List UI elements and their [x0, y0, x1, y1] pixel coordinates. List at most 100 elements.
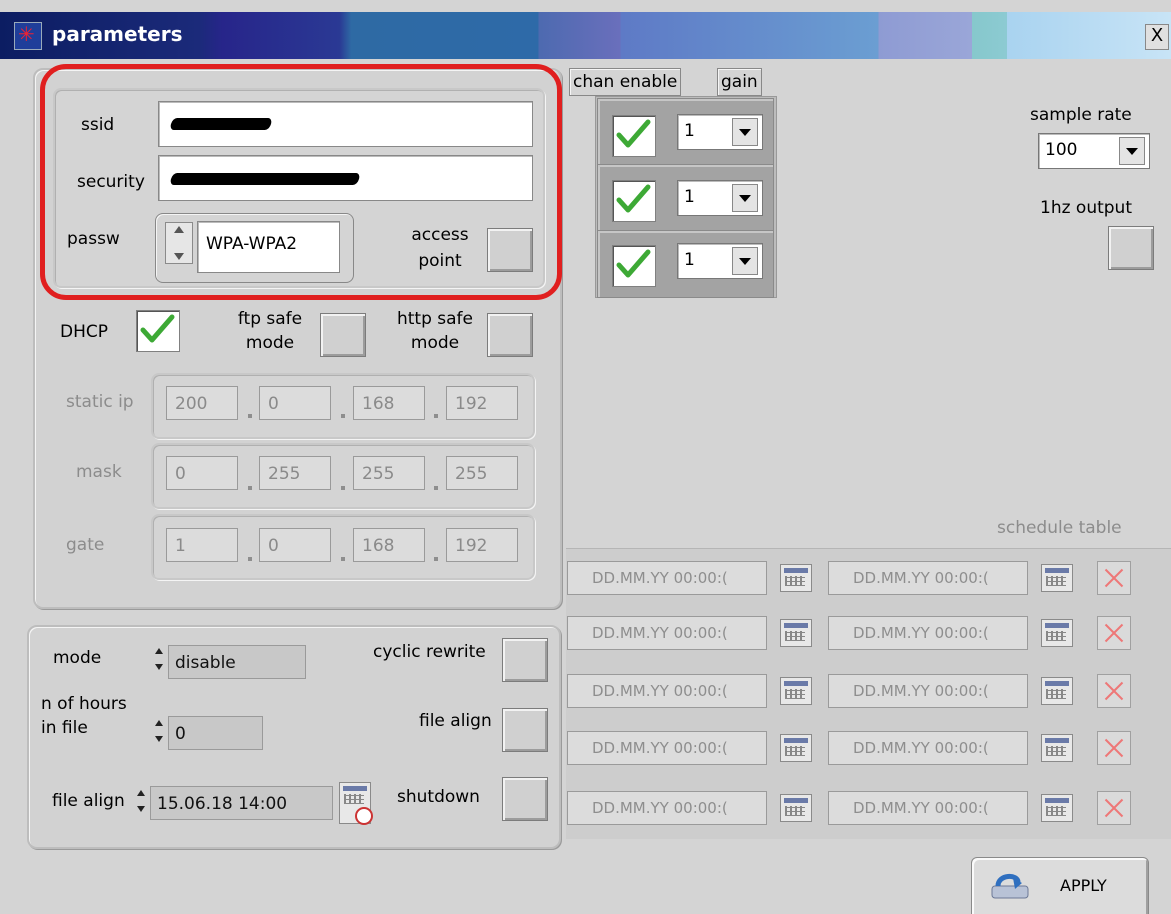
- shutdown-toggle[interactable]: [502, 777, 548, 821]
- calendar-icon[interactable]: [1041, 794, 1073, 822]
- http-label-line1: http safe: [396, 309, 474, 329]
- app-icon: [14, 22, 42, 50]
- shutdown-label: shutdown: [397, 787, 480, 807]
- title-bar: parameters X: [0, 12, 1171, 59]
- passw-stepper[interactable]: [165, 222, 193, 264]
- chevron-down-icon: [732, 247, 758, 275]
- passw-value: WPA-WPA2: [206, 234, 298, 254]
- calendar-icon[interactable]: [780, 794, 812, 822]
- schedule-row-5-start[interactable]: DD.MM.YY 00:00:(: [567, 791, 767, 825]
- passw-value-field[interactable]: WPA-WPA2: [197, 221, 340, 273]
- calendar-icon[interactable]: [780, 677, 812, 705]
- separator-dot: [341, 557, 345, 561]
- schedule-row-1-start[interactable]: DD.MM.YY 00:00:(: [567, 561, 767, 595]
- delete-row-icon[interactable]: [1097, 791, 1131, 825]
- mask-octet-2[interactable]: 255: [259, 456, 331, 490]
- separator-dot: [248, 486, 252, 490]
- schedule-row-3-start[interactable]: DD.MM.YY 00:00:(: [567, 674, 767, 708]
- channel-3-checkbox[interactable]: [612, 245, 656, 287]
- schedule-row-2-end[interactable]: DD.MM.YY 00:00:(: [828, 616, 1028, 650]
- channel-2-gain-value: 1: [684, 187, 695, 207]
- cyclic-rewrite-toggle[interactable]: [502, 638, 548, 682]
- 1hz-output-toggle[interactable]: [1108, 226, 1154, 270]
- delete-row-icon[interactable]: [1097, 674, 1131, 708]
- close-button[interactable]: X: [1145, 24, 1169, 50]
- http-safe-mode-label: http safe mode: [385, 307, 485, 355]
- schedule-row-3-end[interactable]: DD.MM.YY 00:00:(: [828, 674, 1028, 708]
- gate-octet-1[interactable]: 1: [166, 528, 238, 562]
- channel-2-checkbox[interactable]: [612, 180, 656, 222]
- dhcp-label: DHCP: [60, 322, 108, 342]
- channel-3-gain-dropdown[interactable]: 1: [677, 243, 763, 279]
- calendar-icon[interactable]: [1041, 677, 1073, 705]
- calendar-icon[interactable]: [1041, 734, 1073, 762]
- chan-enable-tab[interactable]: chan enable: [569, 68, 682, 96]
- static-ip-octet-3[interactable]: 168: [353, 386, 425, 420]
- http-label-line2: mode: [410, 333, 460, 353]
- channel-2-gain-dropdown[interactable]: 1: [677, 180, 763, 216]
- mask-octet-3[interactable]: 255: [353, 456, 425, 490]
- static-ip-octet-1[interactable]: 200: [166, 386, 238, 420]
- access-point-label-line2: point: [418, 251, 462, 271]
- separator-dot: [341, 486, 345, 490]
- ftp-safe-mode-toggle[interactable]: [320, 313, 366, 357]
- file-align-toggle[interactable]: [502, 708, 548, 752]
- security-field[interactable]: [158, 155, 533, 201]
- static-ip-octet-4[interactable]: 192: [446, 386, 518, 420]
- gate-octet-2[interactable]: 0: [259, 528, 331, 562]
- delete-row-icon[interactable]: [1097, 561, 1131, 595]
- ftp-safe-mode-label: ftp safe mode: [230, 307, 310, 355]
- channel-1-gain-dropdown[interactable]: 1: [677, 114, 763, 150]
- schedule-row-2-start[interactable]: DD.MM.YY 00:00:(: [567, 616, 767, 650]
- chevron-down-icon: [732, 118, 758, 146]
- sample-rate-value: 100: [1045, 140, 1078, 160]
- file-align-spinner[interactable]: [137, 786, 146, 816]
- schedule-row-4-end[interactable]: DD.MM.YY 00:00:(: [828, 731, 1028, 765]
- calendar-icon[interactable]: [780, 734, 812, 762]
- mask-octet-1[interactable]: 0: [166, 456, 238, 490]
- calendar-icon[interactable]: [339, 782, 373, 825]
- calendar-icon[interactable]: [1041, 564, 1073, 592]
- file-align-date-label: file align: [52, 791, 125, 811]
- mode-field[interactable]: disable: [168, 645, 306, 679]
- gain-tab[interactable]: gain: [717, 68, 762, 96]
- file-align-date-field[interactable]: 15.06.18 14:00: [150, 786, 333, 820]
- sample-rate-label: sample rate: [1030, 105, 1132, 125]
- apply-icon: [991, 874, 1029, 899]
- schedule-row-1-end[interactable]: DD.MM.YY 00:00:(: [828, 561, 1028, 595]
- sample-rate-dropdown[interactable]: 100: [1038, 133, 1150, 169]
- mask-octet-4[interactable]: 255: [446, 456, 518, 490]
- http-safe-mode-toggle[interactable]: [487, 313, 533, 357]
- calendar-icon[interactable]: [780, 564, 812, 592]
- static-ip-octet-2[interactable]: 0: [259, 386, 331, 420]
- apply-button[interactable]: APPLY: [971, 857, 1149, 914]
- mode-spinner[interactable]: [155, 644, 164, 674]
- 1hz-output-label: 1hz output: [1040, 198, 1132, 218]
- chevron-down-icon: [1119, 137, 1145, 165]
- dhcp-checkbox[interactable]: [136, 310, 180, 352]
- hours-spinner[interactable]: [155, 716, 164, 746]
- checkmark-icon: [616, 119, 651, 148]
- calendar-icon[interactable]: [780, 619, 812, 647]
- schedule-row-5-end[interactable]: DD.MM.YY 00:00:(: [828, 791, 1028, 825]
- security-redacted: [169, 173, 361, 185]
- ssid-field[interactable]: [158, 101, 533, 147]
- delete-row-icon[interactable]: [1097, 731, 1131, 765]
- separator-dot: [434, 414, 438, 418]
- channel-1-checkbox[interactable]: [612, 115, 656, 157]
- separator-dot: [434, 557, 438, 561]
- window-title: parameters: [52, 22, 183, 46]
- hours-field[interactable]: 0: [168, 716, 263, 750]
- calendar-icon[interactable]: [1041, 619, 1073, 647]
- gate-octet-4[interactable]: 192: [446, 528, 518, 562]
- channel-1-gain-value: 1: [684, 121, 695, 141]
- separator-dot: [248, 414, 252, 418]
- gate-octet-3[interactable]: 168: [353, 528, 425, 562]
- access-point-toggle[interactable]: [487, 228, 533, 272]
- parameters-window: parameters X ssid security passw WPA-WPA…: [0, 0, 1171, 914]
- delete-row-icon[interactable]: [1097, 616, 1131, 650]
- passw-label: passw: [67, 229, 120, 249]
- separator-dot: [248, 557, 252, 561]
- schedule-row-4-start[interactable]: DD.MM.YY 00:00:(: [567, 731, 767, 765]
- chevron-down-icon: [732, 184, 758, 212]
